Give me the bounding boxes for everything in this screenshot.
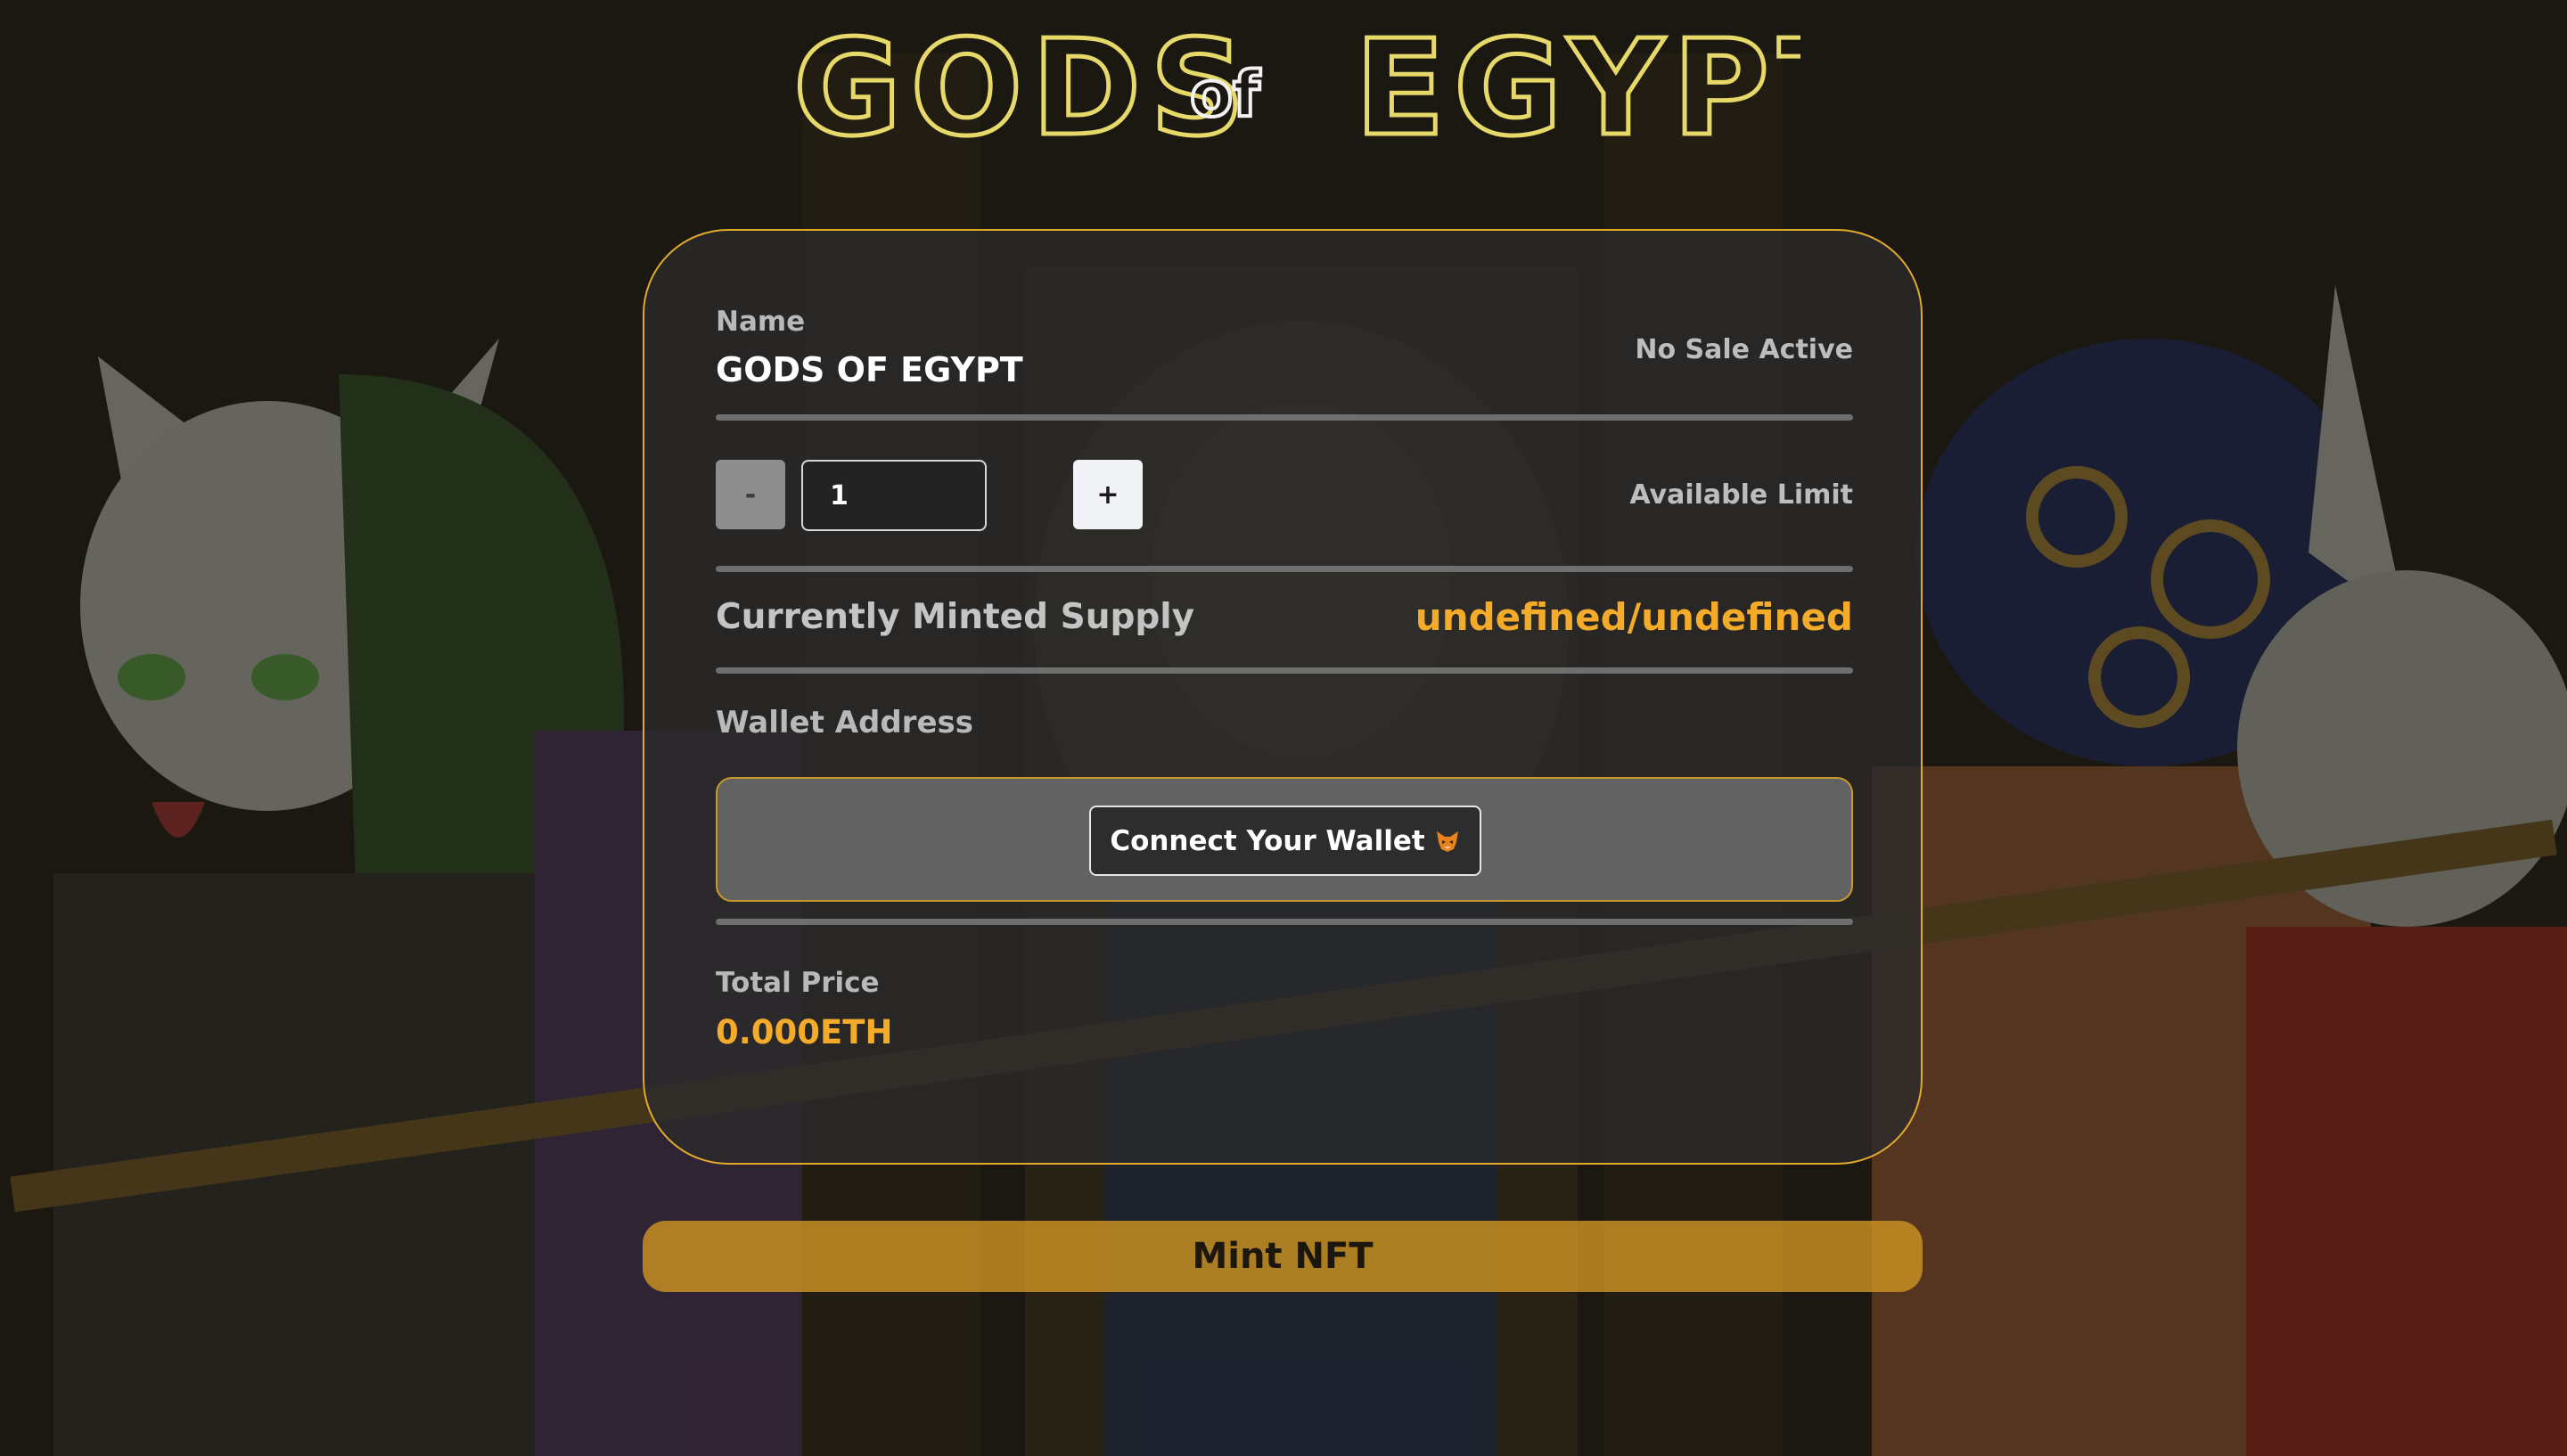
- logo-word-of: of: [1190, 58, 1261, 131]
- fox-icon: [1436, 830, 1458, 852]
- connect-wallet-button[interactable]: Connect Your Wallet: [1089, 806, 1481, 876]
- logo-word-gods: GODS: [793, 12, 1254, 165]
- available-limit-label: Available Limit: [1629, 479, 1853, 511]
- increase-quantity-button[interactable]: +: [1073, 460, 1143, 529]
- mint-nft-button[interactable]: Mint NFT: [643, 1221, 1923, 1292]
- gods-of-egypt-logo: GODS of EGYPT: [791, 10, 1801, 168]
- minted-supply-value: undefined/undefined: [1415, 595, 1853, 639]
- decrease-quantity-button[interactable]: -: [716, 460, 785, 529]
- divider: [716, 667, 1853, 674]
- logo-word-egypt: EGYPT: [1355, 12, 1800, 165]
- sale-status: No Sale Active: [1635, 334, 1853, 365]
- total-price-value: 0.000ETH: [716, 1013, 893, 1051]
- total-price-label: Total Price: [716, 967, 880, 999]
- connect-wallet-label: Connect Your Wallet: [1110, 824, 1425, 857]
- divider: [716, 414, 1853, 421]
- name-label: Name: [716, 306, 806, 338]
- collection-name: GODS OF EGYPT: [716, 350, 1023, 389]
- minted-supply-label: Currently Minted Supply: [716, 597, 1195, 637]
- quantity-input[interactable]: [801, 460, 987, 531]
- wallet-address-box: Connect Your Wallet: [716, 777, 1853, 902]
- divider: [716, 566, 1853, 572]
- divider: [716, 919, 1853, 925]
- wallet-address-label: Wallet Address: [716, 705, 973, 740]
- mint-card: Name GODS OF EGYPT No Sale Active - + Av…: [643, 229, 1923, 1165]
